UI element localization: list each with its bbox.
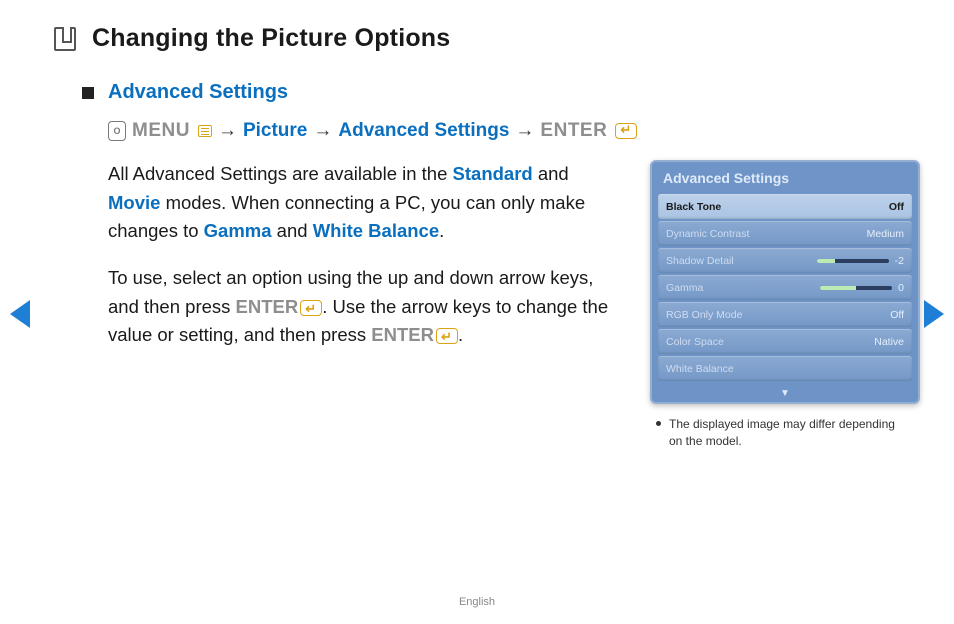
keyword-gamma: Gamma [204,220,272,241]
advanced-settings-panel: Advanced Settings Black Tone Off Dynamic… [650,160,920,404]
keyword-white-balance: White Balance [313,220,439,241]
panel-row-black-tone[interactable]: Black Tone Off [658,194,912,219]
row-value: 0 [898,282,904,294]
text: . [458,324,463,345]
arrow-icon: → [313,120,332,142]
caption-text: The displayed image may differ depending… [669,416,910,450]
bullet-icon [656,421,661,426]
row-value: -2 [895,255,904,267]
row-value: Medium [867,228,904,240]
panel-column: Advanced Settings Black Tone Off Dynamic… [650,160,920,450]
panel-title: Advanced Settings [651,161,919,194]
manual-page: Changing the Picture Options Advanced Se… [0,0,954,624]
content-columns: All Advanced Settings are available in t… [82,160,920,450]
enter-icon [615,123,637,139]
slider-track[interactable] [817,259,889,263]
text: and [272,220,313,241]
panel-row-rgb-only[interactable]: RGB Only Mode Off [658,302,912,327]
menu-icon [198,125,212,137]
row-value: Off [890,309,904,321]
text-column: All Advanced Settings are available in t… [108,160,620,450]
slider-fill [817,259,835,263]
enter-icon [300,300,322,316]
text: All Advanced Settings are available in t… [108,163,453,184]
row-label: Black Tone [666,201,721,213]
row-label: Shadow Detail [666,255,734,267]
row-label: Gamma [666,282,703,294]
slider-track[interactable] [820,286,892,290]
square-bullet-icon [82,87,94,99]
remote-key-icon: O [108,121,126,141]
panel-row-dynamic-contrast[interactable]: Dynamic Contrast Medium [658,221,912,246]
section-heading-row: Advanced Settings [82,81,920,104]
row-label: Dynamic Contrast [666,228,749,240]
breadcrumb-enter: ENTER [540,120,607,142]
panel-scroll-down-icon[interactable]: ▼ [651,388,919,403]
breadcrumb-picture: Picture [243,120,307,142]
row-label: RGB Only Mode [666,309,742,321]
panel-row-white-balance[interactable]: White Balance [658,356,912,381]
panel-caption: The displayed image may differ depending… [650,416,910,450]
breadcrumb-menu: MENU [132,120,190,142]
section-title: Advanced Settings [108,81,288,104]
title-row: Changing the Picture Options [54,24,920,53]
prev-page-button[interactable] [10,300,30,328]
slider-wrap: -2 [817,255,904,267]
text: . [439,220,444,241]
panel-row-color-space[interactable]: Color Space Native [658,329,912,354]
text: and [533,163,569,184]
keyword-standard: Standard [453,163,533,184]
row-value: Off [889,201,904,213]
paragraph-1: All Advanced Settings are available in t… [108,160,620,246]
panel-rows: Black Tone Off Dynamic Contrast Medium S… [651,194,919,388]
row-label: Color Space [666,336,724,348]
panel-row-shadow-detail[interactable]: Shadow Detail -2 [658,248,912,273]
next-page-button[interactable] [924,300,944,328]
row-label: White Balance [666,363,734,375]
row-value: Native [874,336,904,348]
arrow-icon: → [218,120,237,142]
panel-row-gamma[interactable]: Gamma 0 [658,275,912,300]
section-advanced-settings: Advanced Settings O MENU → Picture → Adv… [82,81,920,450]
enter-icon [436,328,458,344]
slider-fill [820,286,856,290]
keyword-enter: ENTER [236,296,299,317]
bookmark-icon [54,27,76,51]
page-title: Changing the Picture Options [92,24,450,53]
breadcrumb-advanced: Advanced Settings [338,120,509,142]
footer-language: English [0,596,954,608]
keyword-enter: ENTER [371,324,434,345]
menu-breadcrumb: O MENU → Picture → Advanced Settings → E… [108,120,920,142]
keyword-movie: Movie [108,192,160,213]
arrow-icon: → [515,120,534,142]
slider-wrap: 0 [820,282,904,294]
paragraph-2: To use, select an option using the up an… [108,264,620,350]
